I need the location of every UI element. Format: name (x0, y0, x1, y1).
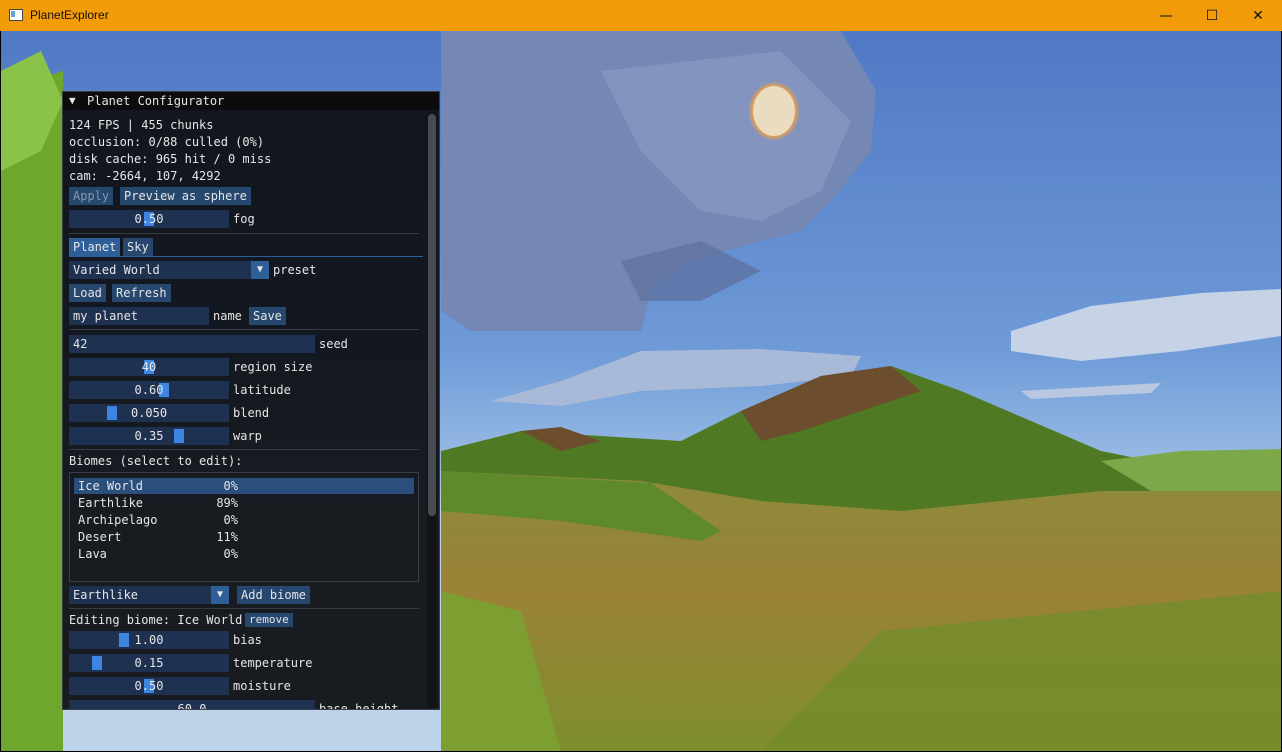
separator (69, 608, 419, 609)
biome-percent: 0% (223, 479, 238, 493)
window-titlebar[interactable]: PlanetExplorer — ☐ ✕ (0, 0, 1282, 31)
biome-list[interactable]: Ice World 0% Earthlike 89% Archipelago 0… (69, 472, 419, 582)
biomes-header: Biomes (select to edit): (69, 454, 243, 468)
tab-planet[interactable]: Planet (69, 238, 121, 256)
preset-value: Varied World (73, 263, 160, 277)
add-biome-button[interactable]: Add biome (237, 586, 311, 604)
biome-item-earthlike[interactable]: Earthlike 89% (74, 495, 414, 511)
panel-scrollbar[interactable] (427, 112, 437, 708)
blend-slider[interactable]: 0.050 (69, 404, 229, 422)
maximize-button[interactable]: ☐ (1189, 0, 1235, 31)
biome-item-ice-world[interactable]: Ice World 0% (74, 478, 414, 494)
biome-item-archipelago[interactable]: Archipelago 0% (74, 512, 414, 528)
chevron-down-icon[interactable]: ▼ (251, 261, 269, 279)
preset-combo[interactable]: Varied World ▼ (69, 261, 269, 279)
separator (69, 233, 419, 234)
temperature-value: 0.15 (134, 656, 164, 670)
seed-input[interactable]: 42 (69, 335, 315, 353)
preview-sphere-button[interactable]: Preview as sphere (120, 187, 251, 205)
base-height-label: base height (319, 702, 399, 710)
disk-cache-stat: disk cache: 965 hit / 0 miss (69, 152, 272, 166)
moisture-label: moisture (233, 679, 291, 693)
biome-percent: 89% (216, 496, 238, 510)
chevron-down-icon[interactable]: ▼ (211, 586, 229, 604)
biome-name: Earthlike (78, 496, 144, 510)
apply-button[interactable]: Apply (69, 187, 114, 205)
fog-label: fog (233, 212, 255, 226)
warp-value: 0.35 (134, 429, 164, 443)
fog-value: 0.50 (134, 212, 164, 226)
close-button[interactable]: ✕ (1235, 0, 1281, 31)
panel-title: Planet Configurator (87, 94, 225, 108)
seed-label: seed (319, 337, 348, 351)
base-height-slider[interactable]: 60.0 (69, 700, 315, 710)
camera-stat: cam: -2664, 107, 4292 (69, 169, 221, 183)
refresh-button[interactable]: Refresh (112, 284, 171, 302)
warp-slider[interactable]: 0.35 (69, 427, 229, 445)
temperature-slider[interactable]: 0.15 (69, 654, 229, 672)
collapse-arrow-icon[interactable]: ▼ (69, 94, 76, 107)
minimize-button[interactable]: — (1143, 0, 1189, 31)
biome-percent: 0% (223, 547, 238, 561)
latitude-value: 0.60 (134, 383, 164, 397)
warp-label: warp (233, 429, 262, 443)
blend-value: 0.050 (130, 406, 168, 420)
fog-slider[interactable]: 0.50 (69, 210, 229, 228)
scrollbar-thumb[interactable] (428, 114, 436, 516)
blend-label: blend (233, 406, 270, 420)
biome-item-lava[interactable]: Lava 0% (74, 546, 414, 562)
occlusion-stat: occlusion: 0/88 culled (0%) (69, 135, 265, 149)
bias-label: bias (233, 633, 262, 647)
region-size-label: region size (233, 360, 313, 374)
window-title: PlanetExplorer (30, 8, 109, 22)
base-height-value: 60.0 (177, 702, 207, 710)
biome-percent: 0% (223, 513, 238, 527)
bias-slider[interactable]: 1.00 (69, 631, 229, 649)
biome-name: Archipelago (78, 513, 158, 527)
planet-configurator-panel[interactable]: ▼ Planet Configurator 124 FPS | 455 chun… (62, 91, 440, 710)
app-icon (9, 9, 23, 21)
planet-name-input[interactable]: my planet (69, 307, 209, 325)
separator (69, 449, 419, 450)
biome-type-combo[interactable]: Earthlike ▼ (69, 586, 229, 604)
separator (69, 329, 419, 330)
save-button[interactable]: Save (249, 307, 286, 325)
biome-item-desert[interactable]: Desert 11% (74, 529, 414, 545)
biome-name: Desert (78, 530, 122, 544)
moisture-value: 0.50 (134, 679, 164, 693)
preset-label: preset (273, 263, 317, 277)
panel-titlebar[interactable]: ▼ Planet Configurator (63, 92, 439, 110)
latitude-label: latitude (233, 383, 291, 397)
tab-underline (69, 256, 423, 257)
bias-value: 1.00 (134, 633, 164, 647)
biome-percent: 11% (216, 530, 238, 544)
biome-name: Ice World (78, 479, 144, 493)
name-label: name (213, 309, 242, 323)
latitude-slider[interactable]: 0.60 (69, 381, 229, 399)
biome-name: Lava (78, 547, 107, 561)
tab-sky[interactable]: Sky (123, 238, 153, 256)
remove-biome-button[interactable]: remove (245, 613, 293, 627)
fps-stat: 124 FPS | 455 chunks (69, 118, 214, 132)
load-button[interactable]: Load (69, 284, 106, 302)
temperature-label: temperature (233, 656, 313, 670)
editing-biome-label: Editing biome: Ice World (69, 613, 243, 627)
region-size-value: 40 (141, 360, 157, 374)
moisture-slider[interactable]: 0.50 (69, 677, 229, 695)
region-size-slider[interactable]: 40 (69, 358, 229, 376)
biome-type-value: Earthlike (73, 588, 139, 602)
